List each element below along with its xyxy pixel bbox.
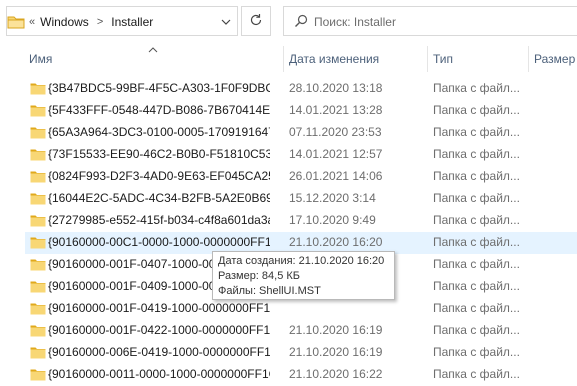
chevron-down-icon	[221, 14, 231, 28]
file-date-modified: 21.10.2020 16:19	[289, 323, 383, 337]
tooltip-files: Файлы: ShellUI.MST	[218, 285, 321, 297]
address-history-button[interactable]	[214, 6, 238, 36]
file-type: Папка с файл...	[433, 235, 520, 249]
refresh-button[interactable]	[241, 6, 271, 36]
folder-icon	[30, 324, 46, 340]
column-divider[interactable]	[283, 46, 284, 72]
file-type: Папка с файл...	[433, 147, 520, 161]
breadcrumb-item-installer[interactable]: Installer	[111, 15, 153, 29]
folder-icon	[30, 280, 46, 296]
file-name[interactable]: {90160000-001F-0419-1000-0000000FF1CE}	[48, 301, 270, 315]
folder-icon	[30, 214, 46, 230]
folder-icon	[30, 368, 46, 384]
breadcrumb: « Windows > Installer	[29, 15, 153, 29]
file-row[interactable]: {90160000-0011-0000-1000-0000000FF1CE} 21…	[25, 364, 577, 386]
folder-icon	[30, 170, 46, 186]
file-type: Папка с файл...	[433, 301, 520, 315]
breadcrumb-overflow-icon[interactable]: «	[29, 16, 35, 28]
folder-icon	[30, 148, 46, 164]
file-type: Папка с файл...	[433, 125, 520, 139]
breadcrumb-separator-icon[interactable]: >	[97, 16, 103, 28]
file-type: Папка с файл...	[433, 81, 520, 95]
file-type: Папка с файл...	[433, 257, 520, 271]
refresh-icon	[249, 13, 263, 30]
file-row[interactable]: {90160000-006E-0419-1000-0000000FF1CE} 21…	[25, 342, 577, 364]
column-divider[interactable]	[528, 46, 529, 72]
file-date-modified: 21.10.2020 16:22	[289, 367, 383, 381]
breadcrumb-item-windows[interactable]: Windows	[40, 15, 89, 29]
file-row[interactable]: {65A3A964-3DC3-0100-0005-1709191647... 07…	[25, 122, 577, 144]
file-date-modified: 15.12.2020 3:14	[289, 191, 376, 205]
column-divider[interactable]	[427, 46, 428, 72]
address-bar[interactable]: « Windows > Installer	[6, 6, 238, 36]
file-row[interactable]: {90160000-001F-0419-1000-0000000FF1CE} Па…	[25, 298, 577, 320]
file-row[interactable]: {73F15533-EE90-46C2-B0B0-F51810C53482} 14…	[25, 144, 577, 166]
file-name[interactable]: {27279985-e552-415f-b034-c4f8a601da3a}	[48, 213, 270, 227]
file-date-modified: 26.01.2021 14:06	[289, 169, 383, 183]
column-header-size[interactable]: Размер	[534, 46, 575, 72]
file-type: Папка с файл...	[433, 169, 520, 183]
file-type: Папка с файл...	[433, 279, 520, 293]
search-icon	[294, 14, 308, 31]
column-header-date[interactable]: Дата изменения	[289, 46, 379, 72]
file-name[interactable]: {90160000-0011-0000-1000-0000000FF1CE}	[48, 367, 270, 381]
file-name[interactable]: {5F433FFF-0548-447D-B086-7B670414EB01}	[48, 103, 270, 117]
folder-icon	[30, 192, 46, 208]
folder-icon	[30, 346, 46, 362]
column-header-type[interactable]: Тип	[433, 46, 453, 72]
file-type: Папка с файл...	[433, 103, 520, 117]
file-info-tooltip: Дата создания: 21.10.2020 16:20 Размер: …	[212, 251, 395, 300]
folder-icon	[7, 15, 25, 32]
file-row[interactable]: {16044E2C-5ADC-4C34-B2FB-5A2E0B690... 15.…	[25, 188, 577, 210]
file-row[interactable]: {90160000-001F-0422-1000-0000000FF1CE} 21…	[25, 320, 577, 342]
file-name[interactable]: {90160000-001F-0422-1000-0000000FF1CE}	[48, 323, 270, 337]
file-date-modified: 14.01.2021 12:57	[289, 147, 383, 161]
tooltip-size: Размер: 84,5 КБ	[218, 270, 301, 282]
file-type: Папка с файл...	[433, 191, 520, 205]
column-header-name[interactable]: Имя	[29, 46, 52, 72]
file-name[interactable]: {16044E2C-5ADC-4C34-B2FB-5A2E0B690...	[48, 191, 270, 205]
folder-icon	[30, 82, 46, 98]
file-row[interactable]: {5F433FFF-0548-447D-B086-7B670414EB01} 14…	[25, 100, 577, 122]
search-box[interactable]: Поиск: Installer	[283, 6, 577, 36]
file-type: Папка с файл...	[433, 367, 520, 381]
navigation-bar: « Windows > Installer Поиск: Installer	[0, 0, 577, 44]
file-name[interactable]: {73F15533-EE90-46C2-B0B0-F51810C53482}	[48, 147, 270, 161]
file-name[interactable]: {90160000-00C1-0000-1000-0000000FF1CE}	[48, 235, 270, 249]
file-type: Папка с файл...	[433, 323, 520, 337]
tooltip-created: Дата создания: 21.10.2020 16:20	[218, 255, 385, 267]
file-date-modified: 21.10.2020 16:19	[289, 345, 383, 359]
file-date-modified: 17.10.2020 9:49	[289, 213, 376, 227]
file-date-modified: 14.01.2021 13:28	[289, 103, 383, 117]
folder-icon	[30, 302, 46, 318]
file-row[interactable]: {3B47BDC5-99BF-4F5C-A303-1F0F9DBC7... 28.…	[25, 78, 577, 100]
file-name[interactable]: {90160000-006E-0419-1000-0000000FF1CE}	[48, 345, 270, 359]
column-headers: Имя Дата изменения Тип Размер	[0, 46, 577, 72]
file-type: Папка с файл...	[433, 345, 520, 359]
file-name[interactable]: {3B47BDC5-99BF-4F5C-A303-1F0F9DBC7...	[48, 81, 270, 95]
folder-icon	[30, 236, 46, 252]
file-type: Папка с файл...	[433, 213, 520, 227]
search-placeholder: Поиск: Installer	[314, 15, 396, 29]
file-name[interactable]: {0824F993-D2F3-4AD0-9E63-EF045CA257...	[48, 169, 270, 183]
file-name[interactable]: {65A3A964-3DC3-0100-0005-1709191647...	[48, 125, 270, 139]
file-row[interactable]: {0824F993-D2F3-4AD0-9E63-EF045CA257... 26…	[25, 166, 577, 188]
file-date-modified: 21.10.2020 16:20	[289, 235, 383, 249]
folder-icon	[30, 258, 46, 274]
file-date-modified: 28.10.2020 13:18	[289, 81, 383, 95]
folder-icon	[30, 104, 46, 120]
folder-icon	[30, 126, 46, 142]
file-date-modified: 07.11.2020 23:53	[289, 125, 382, 139]
file-row[interactable]: {27279985-e552-415f-b034-c4f8a601da3a} 17…	[25, 210, 577, 232]
